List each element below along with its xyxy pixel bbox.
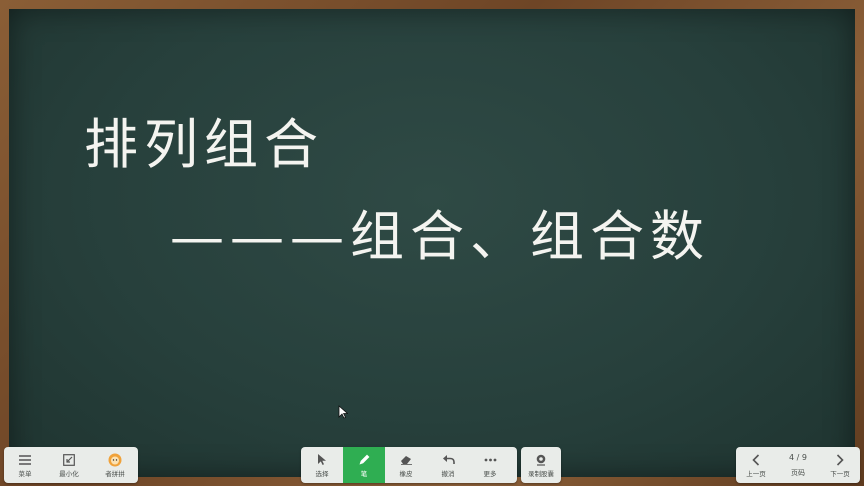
more-icon <box>483 453 497 467</box>
undo-label: 撤消 <box>441 469 455 478</box>
record-toolbar: 录制股囊 <box>521 447 561 483</box>
more-label: 更多 <box>483 469 497 478</box>
board-subtitle: ———组合、组合数 <box>170 205 710 268</box>
record-button[interactable]: 录制股囊 <box>521 447 561 483</box>
pen-tool-button[interactable]: 笔 <box>343 447 385 483</box>
select-tool-button[interactable]: 选择 <box>301 447 343 483</box>
chevron-right-icon <box>833 453 847 467</box>
record-label: 录制股囊 <box>528 469 554 478</box>
mouse-cursor-icon <box>338 405 348 419</box>
page-number: 4 / 9 <box>789 452 807 462</box>
pen-icon <box>357 453 371 467</box>
prev-page-button[interactable]: 上一页 <box>736 447 776 483</box>
record-icon <box>534 453 548 467</box>
minimize-label: 最小化 <box>59 469 79 478</box>
left-toolbar: 菜单 最小化 者拼拼 <box>4 447 138 483</box>
menu-icon <box>18 453 32 467</box>
next-page-label: 下一页 <box>830 469 850 478</box>
assistant-button[interactable]: 者拼拼 <box>92 447 138 483</box>
tools-toolbar: 选择 笔 橡皮 撤消 更多 <box>301 447 517 483</box>
pen-label: 笔 <box>360 469 368 478</box>
chevron-left-icon <box>749 453 763 467</box>
page-label: 页码 <box>791 468 805 477</box>
prev-page-label: 上一页 <box>746 469 766 478</box>
menu-label: 菜单 <box>18 469 32 478</box>
board-title: 排列组合 <box>84 113 324 176</box>
undo-button[interactable]: 撤消 <box>427 447 469 483</box>
avatar-icon <box>108 453 122 467</box>
next-page-button[interactable]: 下一页 <box>820 447 860 483</box>
pointer-icon <box>315 453 329 467</box>
undo-icon <box>441 453 455 467</box>
eraser-tool-button[interactable]: 橡皮 <box>385 447 427 483</box>
select-label: 选择 <box>315 469 329 478</box>
eraser-label: 橡皮 <box>399 469 413 478</box>
minimize-icon <box>62 453 76 467</box>
menu-button[interactable]: 菜单 <box>4 447 46 483</box>
more-button[interactable]: 更多 <box>469 447 511 483</box>
assistant-label: 者拼拼 <box>105 469 125 478</box>
page-toolbar: 上一页 4 / 9 页码 下一页 <box>736 447 860 483</box>
eraser-icon <box>399 453 413 467</box>
page-indicator[interactable]: 4 / 9 页码 <box>776 447 820 483</box>
minimize-button[interactable]: 最小化 <box>46 447 92 483</box>
